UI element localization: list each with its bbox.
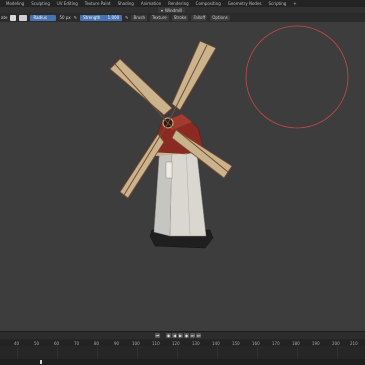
frame-tick: 200: [332, 341, 340, 346]
timeline-gridline: [177, 346, 178, 360]
windmill-blade-top: [171, 40, 217, 111]
stroke-dropdown[interactable]: Stroke: [171, 14, 189, 21]
frame-tick: 190: [312, 341, 320, 346]
brush-dropdown[interactable]: Brush: [131, 14, 148, 21]
tab-sculpting[interactable]: Sculpting: [31, 1, 50, 6]
options-dropdown[interactable]: Options: [210, 14, 230, 21]
frame-tick: 130: [192, 341, 200, 346]
frame-tick: 50: [34, 341, 40, 346]
frame-tick: 160: [252, 341, 260, 346]
tab-animation[interactable]: Animation: [141, 1, 161, 6]
brush-cursor-circle: [245, 25, 349, 129]
frame-tick: 170: [272, 341, 280, 346]
jump-keyframe-back-icon[interactable]: ◆: [166, 333, 171, 338]
timeline-gridline: [297, 346, 298, 360]
windmill-tower-left: [153, 143, 173, 237]
tab-modeling[interactable]: Modeling: [6, 1, 24, 6]
mode-label[interactable]: ate: [1, 15, 7, 20]
tab-texture-paint[interactable]: Texture Paint: [85, 1, 111, 6]
tool-settings-bar: ate Radius 50 px ✎ Strength 1.000 ✎ Brus…: [0, 13, 365, 22]
radius-field[interactable]: Radius: [30, 14, 57, 21]
frame-tick: 210: [350, 341, 358, 346]
strength-pressure-icon[interactable]: ✎: [125, 15, 128, 20]
frame-tick: 70: [74, 341, 80, 346]
frame-tick: 140: [212, 341, 220, 346]
play-icon[interactable]: ▶: [178, 333, 183, 338]
frame-tick: 150: [232, 341, 240, 346]
jump-end-icon[interactable]: ⏭: [190, 333, 195, 338]
strength-value: 1.000: [107, 15, 120, 20]
viewport-canvas: [109, 25, 349, 249]
status-bar: [0, 359, 365, 365]
frame-tick: 90: [114, 341, 120, 346]
strength-label: Strength: [83, 15, 101, 20]
brush-icon[interactable]: [10, 14, 17, 21]
workspace-bar: Modeling Sculpting UV Editing Texture Pa…: [0, 0, 365, 7]
tab-shading[interactable]: Shading: [118, 1, 134, 6]
mesh-icon: ▾: [161, 7, 164, 13]
timeline-gridline: [217, 346, 218, 360]
windmill-blade-left: [109, 58, 173, 116]
windmill-window: [165, 161, 173, 179]
strength-field[interactable]: Strength 1.000: [80, 14, 123, 21]
play-reverse-icon[interactable]: ◀: [172, 333, 177, 338]
pressure-icon[interactable]: ✎: [74, 15, 77, 20]
3d-viewport[interactable]: [0, 22, 365, 331]
object-name: Windmill: [165, 7, 183, 13]
timeline-gridline: [257, 346, 258, 360]
falloff-dropdown[interactable]: Falloff: [191, 14, 208, 21]
playhead-icon[interactable]: [40, 360, 42, 364]
jump-start-icon[interactable]: ⏮: [155, 333, 160, 338]
frame-tick: 120: [172, 341, 180, 346]
jump-end-alt-icon[interactable]: ⏭: [196, 333, 201, 338]
timeline-gridline: [337, 346, 338, 360]
tab-compositing[interactable]: Compositing: [196, 1, 221, 6]
tab-scripting[interactable]: Scripting: [269, 1, 287, 6]
texture-dropdown[interactable]: Texture: [150, 14, 169, 21]
radius-label: Radius: [33, 15, 47, 20]
frame-tick: 100: [132, 341, 140, 346]
timeline-gridline: [57, 346, 58, 360]
color-swatch[interactable]: [19, 14, 28, 21]
frame-tick: 110: [152, 341, 160, 346]
tab-rendering[interactable]: Rendering: [168, 1, 188, 6]
timeline-gridline: [17, 346, 18, 360]
timeline-gridline: [97, 346, 98, 360]
frame-tick: 180: [292, 341, 300, 346]
radius-unit[interactable]: 50 px: [59, 15, 70, 20]
jump-keyframe-forward-icon[interactable]: ◆: [184, 333, 189, 338]
timeline-gridline: [137, 346, 138, 360]
tab-geometry-nodes[interactable]: Geometry Nodes: [228, 1, 262, 6]
tab-uv-editing[interactable]: UV Editing: [57, 1, 78, 6]
add-workspace-button[interactable]: +: [293, 1, 296, 6]
windmill-model: [109, 40, 233, 249]
